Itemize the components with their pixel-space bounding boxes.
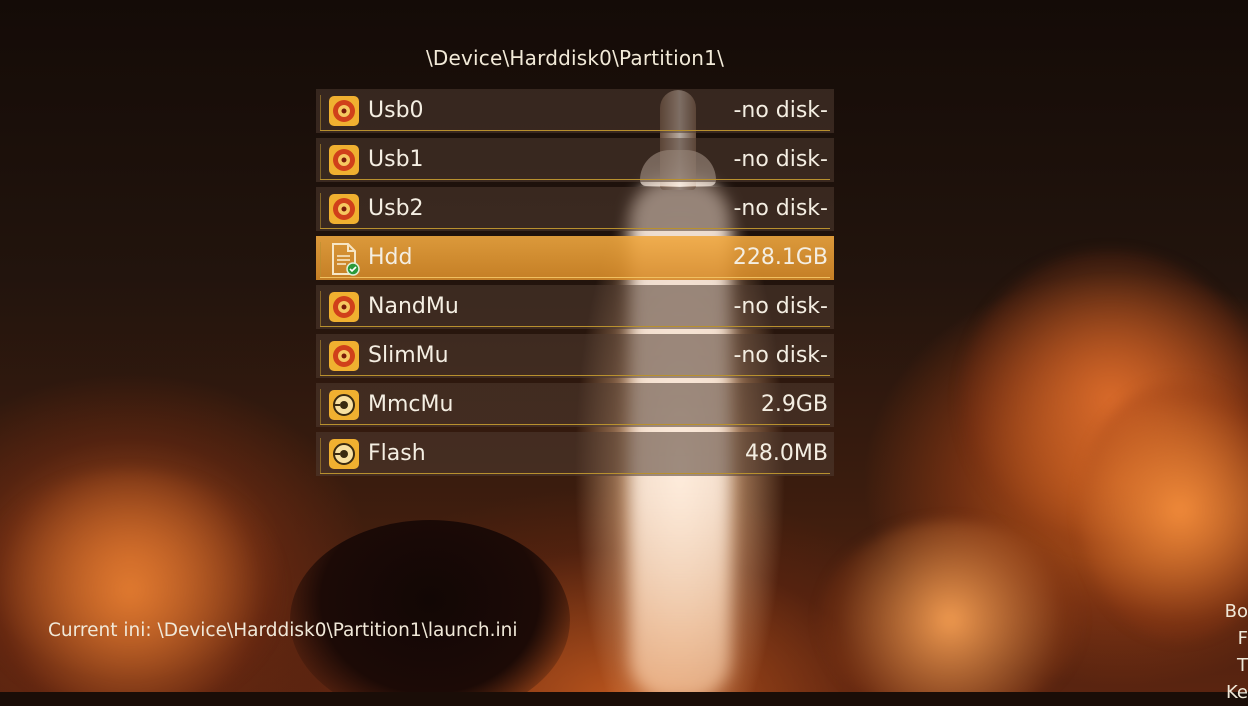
hdd-file-icon [328, 242, 360, 276]
side-hint-line: Bo [1224, 601, 1248, 622]
side-hint-line: Ke [1226, 682, 1248, 703]
device-row-hdd[interactable]: Hdd 228.1GB [316, 236, 834, 280]
device-label: NandMu [368, 294, 459, 319]
device-row-slimmu[interactable]: SlimMu -no disk- [316, 334, 834, 378]
disc-drive-icon [328, 389, 360, 421]
device-size: 48.0MB [744, 441, 828, 466]
device-row-mmcmu[interactable]: MmcMu 2.9GB [316, 383, 834, 427]
device-size: -no disk- [733, 343, 828, 368]
device-size: -no disk- [733, 147, 828, 172]
device-label: Hdd [368, 245, 413, 270]
device-size: -no disk- [733, 196, 828, 221]
device-size: 228.1GB [732, 245, 828, 270]
side-hint-line: F [1237, 628, 1248, 649]
usb-disk-icon [328, 144, 360, 176]
device-size: 2.9GB [760, 392, 828, 417]
device-label: Usb1 [368, 147, 424, 172]
usb-disk-icon [328, 291, 360, 323]
device-label: Flash [368, 441, 426, 466]
device-row-nandmu[interactable]: NandMu -no disk- [316, 285, 834, 329]
device-row-usb0[interactable]: Usb0 -no disk- [316, 89, 834, 133]
usb-disk-icon [328, 95, 360, 127]
device-row-usb1[interactable]: Usb1 -no disk- [316, 138, 834, 182]
device-size: -no disk- [733, 98, 828, 123]
device-row-usb2[interactable]: Usb2 -no disk- [316, 187, 834, 231]
device-row-flash[interactable]: Flash 48.0MB [316, 432, 834, 476]
side-hint-line: T [1237, 655, 1248, 676]
disc-drive-icon [328, 438, 360, 470]
current-ini-status: Current ini: \Device\Harddisk0\Partition… [48, 620, 518, 641]
side-hint-text: Bo F T Ke [1222, 598, 1248, 706]
device-label: MmcMu [368, 392, 454, 417]
device-label: Usb0 [368, 98, 424, 123]
usb-disk-icon [328, 193, 360, 225]
current-path-title: \Device\Harddisk0\Partition1\ [425, 46, 725, 70]
usb-disk-icon [328, 340, 360, 372]
device-list: Usb0 -no disk- Usb1 -no disk- Usb2 -no d… [316, 89, 834, 481]
device-size: -no disk- [733, 294, 828, 319]
device-label: Usb2 [368, 196, 424, 221]
device-label: SlimMu [368, 343, 449, 368]
